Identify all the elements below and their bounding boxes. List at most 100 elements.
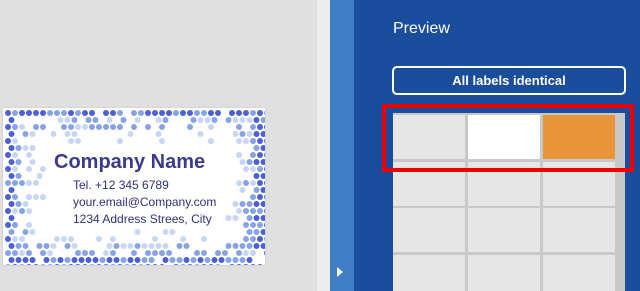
pattern-dot [197, 117, 204, 123]
pattern-dot [225, 117, 232, 123]
pattern-dot [215, 110, 221, 116]
pattern-dot [260, 229, 265, 235]
all-labels-identical-button[interactable]: All labels identical [392, 66, 626, 95]
pattern-dot [36, 173, 43, 179]
pattern-dot [68, 110, 74, 116]
pattern-dot [260, 187, 265, 193]
pattern-dot [12, 152, 18, 158]
pattern-dot [250, 264, 256, 265]
pattern-dot [162, 243, 169, 249]
pattern-dot [22, 145, 29, 151]
pattern-dot [12, 124, 18, 130]
design-canvas[interactable]: Company Name Tel. +12 345 6789 your.emai… [0, 0, 330, 291]
pattern-dot [148, 243, 155, 249]
pattern-dot [8, 257, 15, 263]
pattern-dot [159, 264, 165, 265]
pattern-dot [232, 257, 239, 263]
pattern-dot [134, 229, 141, 235]
pattern-dot [243, 138, 249, 144]
pattern-dot [264, 138, 265, 144]
pattern-dot [257, 152, 263, 158]
pattern-dot [250, 180, 256, 186]
label-cell[interactable] [468, 208, 540, 252]
pattern-dot [12, 166, 18, 172]
pattern-dot [15, 201, 22, 207]
pattern-dot [194, 264, 200, 265]
pattern-dot [243, 110, 249, 116]
pattern-dot [260, 173, 265, 179]
pattern-dot [264, 194, 265, 200]
pattern-dot [26, 166, 32, 172]
label-cell[interactable] [543, 255, 615, 291]
label-cell[interactable] [393, 208, 465, 252]
business-card-label[interactable]: Company Name Tel. +12 345 6789 your.emai… [3, 108, 265, 265]
pattern-dot [26, 208, 32, 214]
pattern-dot [197, 131, 204, 137]
pattern-dot [15, 145, 22, 151]
pattern-dot [148, 257, 155, 263]
pattern-dot [225, 257, 232, 263]
pattern-dot [257, 124, 263, 130]
pattern-dot [246, 243, 253, 249]
pattern-dot [19, 110, 25, 116]
pattern-dot [29, 159, 36, 165]
pattern-dot [110, 250, 116, 256]
pattern-dot [117, 124, 123, 130]
pattern-dot [15, 257, 22, 263]
label-cell[interactable] [468, 255, 540, 291]
pattern-dot [85, 257, 92, 263]
pattern-dot [232, 117, 239, 123]
pattern-dot [54, 110, 60, 116]
address-text[interactable]: 1234 Address Strees, City [73, 212, 212, 226]
pattern-dot [260, 117, 265, 123]
email-text[interactable]: your.email@Company.com [73, 195, 216, 209]
pattern-dot [110, 124, 116, 130]
pattern-dot [264, 208, 265, 214]
pattern-dot [187, 124, 193, 130]
pattern-dot [253, 173, 260, 179]
pattern-dot [117, 138, 123, 144]
pattern-dot [246, 117, 253, 123]
pattern-dot [250, 208, 256, 214]
pattern-dot [264, 264, 265, 265]
pattern-dot [173, 264, 179, 265]
pattern-dot [152, 110, 158, 116]
pattern-dot [96, 236, 102, 242]
pattern-dot [232, 131, 239, 137]
pattern-dot [43, 243, 50, 249]
telephone-text[interactable]: Tel. +12 345 6789 [73, 178, 169, 192]
pattern-dot [47, 264, 53, 265]
pattern-dot [110, 264, 116, 265]
pattern-dot [260, 131, 265, 137]
pattern-dot [120, 243, 127, 249]
pattern-dot [236, 110, 242, 116]
pattern-dot [243, 208, 249, 214]
pattern-dot [96, 124, 102, 130]
pattern-dot [229, 264, 235, 265]
expand-arrow-icon[interactable] [337, 267, 343, 277]
pattern-dot [50, 131, 57, 137]
panel-toggle-strip[interactable] [330, 0, 354, 291]
pattern-dot [246, 215, 253, 221]
pattern-dot [92, 257, 99, 263]
pattern-dot [15, 159, 22, 165]
pattern-dot [264, 152, 265, 158]
pattern-dot [61, 110, 67, 116]
pattern-dot [117, 264, 123, 265]
pattern-dot [71, 257, 78, 263]
pattern-dot [85, 117, 92, 123]
label-cell[interactable] [543, 208, 615, 252]
preview-title: Preview [393, 20, 450, 37]
label-cell[interactable] [393, 255, 465, 291]
pattern-dot [33, 264, 39, 265]
pattern-dot [250, 166, 256, 172]
pattern-dot [260, 201, 265, 207]
pattern-dot [54, 236, 60, 242]
pattern-dot [19, 208, 25, 214]
pattern-dot [152, 264, 158, 265]
pattern-dot [243, 250, 249, 256]
pattern-dot [239, 131, 246, 137]
company-name-text[interactable]: Company Name [54, 151, 205, 174]
pattern-dot [127, 257, 134, 263]
pattern-dot [8, 145, 15, 151]
